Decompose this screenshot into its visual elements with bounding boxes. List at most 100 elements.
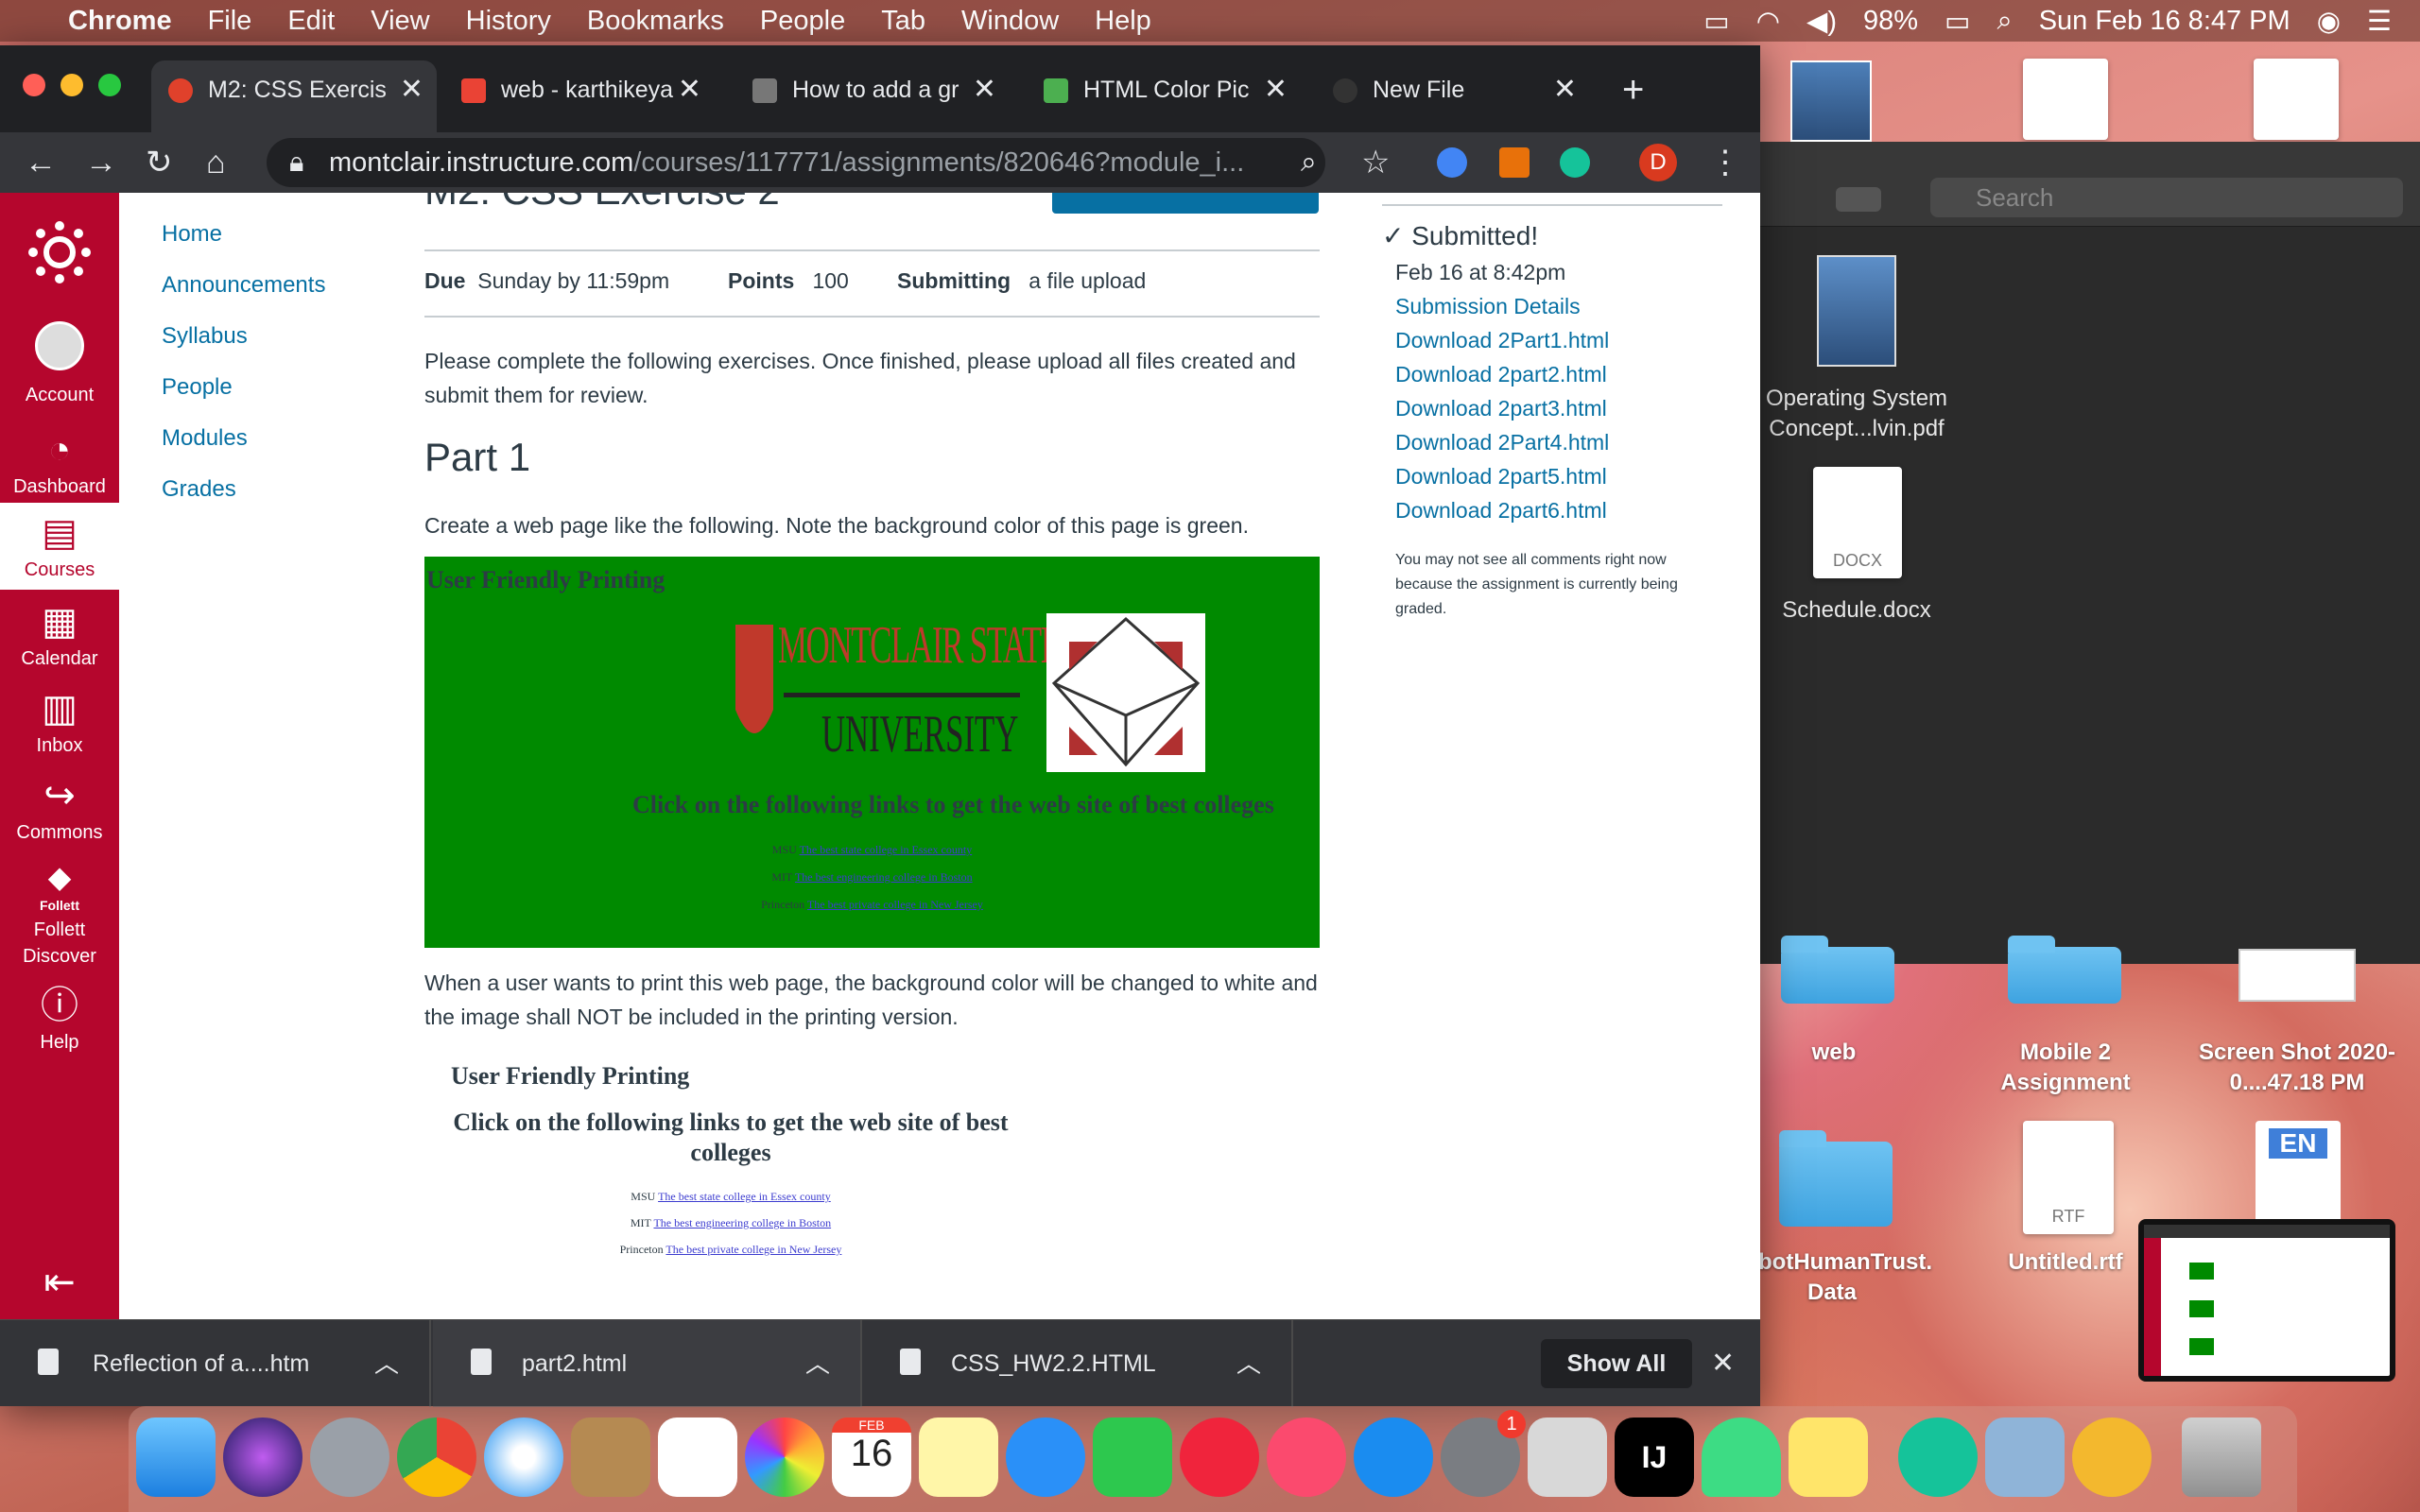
app-store-dock-icon[interactable] [1354,1418,1433,1497]
profile-avatar[interactable]: D [1639,144,1677,181]
close-tab-icon[interactable]: ✕ [400,60,424,119]
menu-view[interactable]: View [371,6,429,37]
download-link-4[interactable]: Download 2Part4.html [1395,425,1722,459]
volume-icon[interactable]: ◀) [1806,5,1837,38]
launchpad-dock-icon[interactable] [310,1418,389,1497]
show-all-button[interactable]: Show All [1541,1339,1692,1388]
tab-new-file[interactable]: New File ✕ [1316,60,1590,119]
chrome-dock-icon[interactable] [397,1418,476,1497]
airplay-icon[interactable]: ▭ [1703,5,1729,38]
pdf-thumbnail-icon[interactable] [1817,255,1896,367]
demo-link[interactable]: The best engineering college in Boston [653,1216,831,1229]
calendar-dock-icon[interactable]: FEB 16 [832,1418,911,1497]
menu-help[interactable]: Help [1095,6,1151,37]
folder-icon[interactable] [1781,936,1894,1004]
photos-dock-icon[interactable] [745,1418,824,1497]
file-os-pdf[interactable]: Operating System Concept...lvin.pdf [1760,384,1953,444]
forward-icon[interactable]: → [85,138,117,187]
desktop-doc-icon[interactable] [2023,59,2108,140]
menu-app-name[interactable]: Chrome [68,6,172,37]
android-studio-dock-icon[interactable] [1702,1418,1781,1497]
music-dock-icon[interactable] [1267,1418,1346,1497]
collapse-nav-icon[interactable]: ⇤ [0,1261,119,1304]
screenshot-preview-thumbnail[interactable] [2138,1219,2395,1382]
demo-link[interactable]: The best private college in New Jersey [807,898,983,911]
news-dock-icon[interactable] [1180,1418,1259,1497]
tab-html-color-picker[interactable]: HTML Color Pic ✕ [1027,60,1301,119]
start-assignment-button[interactable] [1052,193,1319,214]
home-icon[interactable]: ⌂ [206,138,226,187]
desktop-bothumantrust[interactable]: botHumanTrust. Data [1758,1247,1932,1308]
submission-details-link[interactable]: Submission Details [1395,289,1722,323]
chrome-menu-icon[interactable]: ⋮ [1709,138,1741,187]
menu-window[interactable]: Window [961,6,1059,37]
close-window-button[interactable] [23,74,45,96]
menu-people[interactable]: People [760,6,845,37]
siri-icon[interactable]: ◉ [2317,5,2341,38]
download-item[interactable]: Reflection of a....htm ︿ [0,1320,431,1407]
extension-slides-icon[interactable] [1499,147,1530,178]
nav-courses[interactable]: ▤ Courses [0,503,119,590]
finder-dock-icon[interactable] [136,1418,216,1497]
menu-history[interactable]: History [466,6,551,37]
chevron-up-icon[interactable]: ︿ [374,1320,399,1407]
nav-account[interactable]: Account [0,321,119,406]
input-source-icon[interactable]: EN [2256,1121,2341,1227]
desktop-mobile2-folder[interactable]: Mobile 2 Assignment [1985,1038,2146,1098]
chevron-up-icon[interactable]: ︿ [1236,1320,1261,1407]
folder-icon[interactable] [2008,936,2121,1004]
menu-bookmarks[interactable]: Bookmarks [587,6,724,37]
intellij-dock-icon[interactable]: IJ [1615,1418,1694,1497]
desktop-web-folder[interactable]: web [1762,1038,1906,1068]
docx-file-icon[interactable]: DOCX [1813,467,1902,578]
course-nav-syllabus[interactable]: Syllabus [162,323,248,350]
menu-edit[interactable]: Edit [287,6,335,37]
contacts-dock-icon[interactable] [571,1418,650,1497]
folder-icon[interactable] [1779,1130,1893,1227]
close-tab-icon[interactable]: ✕ [678,60,701,119]
wifi-icon[interactable]: ◠ [1756,5,1780,38]
tab-m2-css[interactable]: M2: CSS Exercis ✕ [151,60,437,132]
facetime-dock-icon[interactable] [1093,1418,1172,1497]
nav-follett-discover[interactable]: ◆ Follett Follett Discover [0,860,119,970]
close-tab-icon[interactable]: ✕ [1264,60,1288,119]
reminders-dock-icon[interactable] [658,1418,737,1497]
automator-dock-icon[interactable] [2072,1418,2152,1497]
nav-help[interactable]: ⓘ Help [0,983,119,1054]
notes-dock-icon[interactable] [919,1418,998,1497]
system-preferences-dock-icon[interactable]: 1 [1441,1410,1526,1497]
desktop-doc-icon[interactable] [2254,59,2339,140]
tag-icon[interactable] [1836,187,1881,212]
back-icon[interactable]: ← [25,138,57,187]
download-item[interactable]: part2.html ︿ [433,1320,862,1407]
safari-dock-icon[interactable] [484,1418,563,1497]
download-link-6[interactable]: Download 2part6.html [1395,493,1722,527]
demo-link[interactable]: The best private college in New Jersey [666,1243,841,1256]
download-link-2[interactable]: Download 2part2.html [1395,357,1722,391]
course-nav-home[interactable]: Home [162,221,222,248]
file-schedule-docx[interactable]: Schedule.docx [1760,595,1953,626]
new-tab-icon[interactable]: + [1622,60,1644,119]
desktop-os-book-icon[interactable] [1790,60,1872,142]
siri-dock-icon[interactable] [223,1418,302,1497]
menu-tab[interactable]: Tab [881,6,925,37]
close-tab-icon[interactable]: ✕ [973,60,996,119]
download-item[interactable]: CSS_HW2.2.HTML ︿ [862,1320,1293,1407]
trash-dock-icon[interactable] [2182,1418,2261,1497]
grammarly-extension-icon[interactable] [1560,147,1590,178]
messages-dock-icon[interactable] [1006,1418,1085,1497]
demo-link[interactable]: The best state college in Essex county [800,843,973,856]
notification-center-icon[interactable]: ☰ [2367,5,2392,38]
course-nav-announcements[interactable]: Announcements [162,272,325,299]
desktop-screenshot[interactable]: Screen Shot 2020-0....47.18 PM [2174,1038,2420,1098]
canvas-logo-icon[interactable] [0,221,119,284]
demo-link[interactable]: The best engineering college in Boston [795,870,973,884]
battery-percent[interactable]: 98% [1863,6,1918,37]
nav-inbox[interactable]: ▥ Inbox [0,686,119,757]
course-nav-people[interactable]: People [162,374,233,401]
menu-file[interactable]: File [208,6,252,37]
nav-commons[interactable]: ↪ Commons [0,773,119,844]
clock[interactable]: Sun Feb 16 8:47 PM [2039,6,2290,37]
tab-gmail-web[interactable]: web - karthikeya ✕ [444,60,715,119]
zoom-icon[interactable]: ⌕ [1301,138,1317,187]
